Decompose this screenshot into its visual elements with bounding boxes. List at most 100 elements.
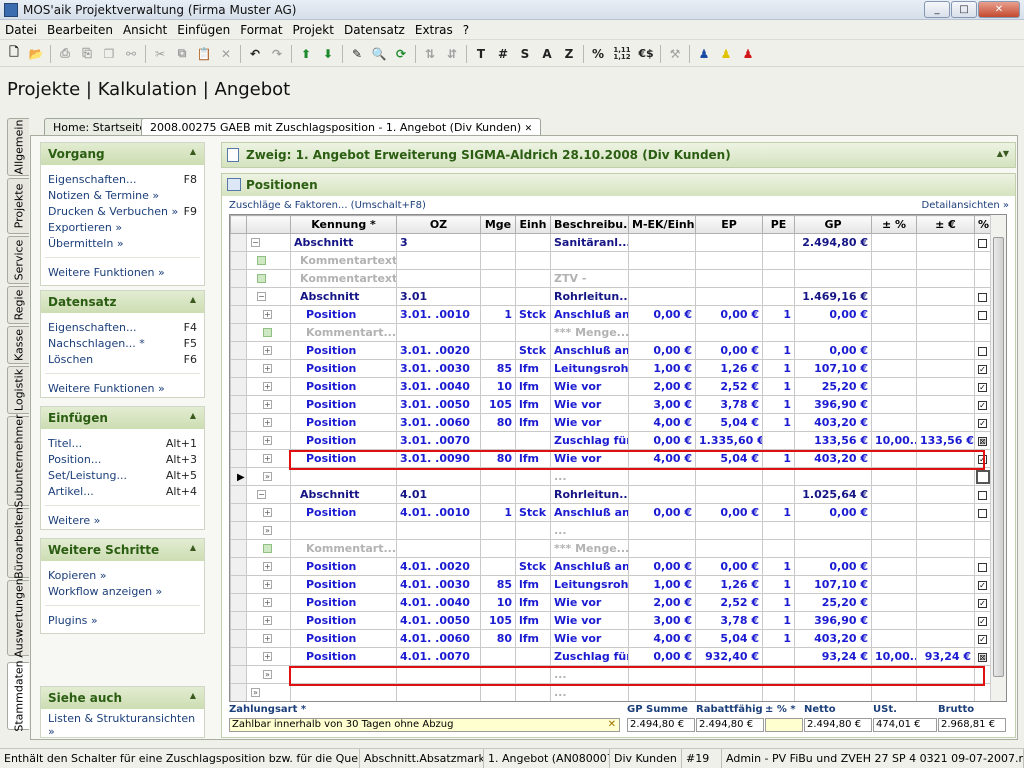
cell-pct-checkbox[interactable]	[974, 305, 991, 324]
row-indicator[interactable]	[230, 233, 247, 252]
cell-plusminus-pct[interactable]	[871, 413, 917, 432]
cell-ep[interactable]: 2,52 €	[695, 593, 763, 612]
cell-pe[interactable]	[762, 233, 795, 252]
cell-ep[interactable]: 1,26 €	[695, 575, 763, 594]
table-row[interactable]: Kommentart... *** Menge...	[230, 539, 991, 558]
cell-pe[interactable]: 1	[762, 593, 795, 612]
cell-pe[interactable]: 1	[762, 449, 795, 468]
cell-mek[interactable]: 1,00 €	[628, 575, 696, 594]
table-row[interactable]: + Position 4.01. .0030 85 lfm Leitungsrohr 1,0…	[230, 575, 991, 594]
cell-kennung[interactable]: Position	[290, 431, 397, 450]
checkbox-empty-icon[interactable]	[978, 346, 987, 356]
cell-gp[interactable]: 25,20 €	[794, 377, 872, 396]
action-uebermitteln[interactable]: Übermitteln »	[41, 235, 204, 251]
checkbox-checked-icon[interactable]: ✓	[978, 382, 987, 392]
checkbox-empty-icon[interactable]	[978, 292, 987, 302]
row-indicator[interactable]	[230, 521, 247, 540]
table-row[interactable]: + Position 3.01. .0040 10 lfm Wie vor 2,00 €2,…	[230, 377, 991, 396]
action-titel[interactable]: Titel... Alt+1	[41, 435, 204, 451]
table-row[interactable]: − Abschnitt 3.01 Rohrleitun... 1.469,16 €	[230, 287, 991, 306]
expand-icon[interactable]: +	[263, 634, 272, 643]
cell-oz[interactable]: 4.01	[396, 485, 481, 504]
cell-kennung[interactable]: Position	[290, 449, 397, 468]
cell-mek[interactable]	[628, 665, 696, 684]
cell-plusminus-eur[interactable]	[916, 251, 975, 270]
table-row[interactable]: + Position 4.01. .0040 10 lfm Wie vor 2,00 €2,…	[230, 593, 991, 612]
cell-plusminus-pct[interactable]	[871, 539, 917, 558]
chevron-up-icon[interactable]: ▲	[190, 411, 196, 420]
cell-mek[interactable]: 0,00 €	[628, 305, 696, 324]
cell-gp[interactable]: 107,10 €	[794, 575, 872, 594]
col-header-plusminus-pct[interactable]: ± %	[871, 215, 917, 234]
refresh-icon[interactable]: ⟳	[390, 43, 412, 65]
cell-kennung[interactable]: Position	[290, 557, 397, 576]
table-row[interactable]: + Position 3.01. .0010 1 Stck Anschluß an 0,00…	[230, 305, 991, 324]
expand-icon[interactable]: +	[263, 436, 272, 445]
row-indicator[interactable]	[230, 323, 247, 342]
cell-oz[interactable]: 3.01. .0050	[396, 395, 481, 414]
cell-plusminus-pct[interactable]	[871, 593, 917, 612]
checkbox-checked-icon[interactable]: ✓	[978, 364, 987, 374]
cell-kennung[interactable]: Position	[290, 647, 397, 666]
find-icon[interactable]: 🔍	[368, 43, 390, 65]
cell-mge[interactable]	[480, 683, 516, 701]
chevron-up-icon[interactable]: ▲	[190, 691, 196, 700]
table-row[interactable]: + Position 4.01. .0050 105 lfm Wie vor 3,00 €3…	[230, 611, 991, 630]
cell-mek[interactable]	[628, 521, 696, 540]
expand-icon[interactable]: +	[263, 562, 272, 571]
cell-einh[interactable]: lfm	[515, 413, 551, 432]
cell-einh[interactable]	[515, 665, 551, 684]
cell-plusminus-eur[interactable]	[916, 503, 975, 522]
col-header-pct[interactable]: %	[974, 215, 991, 234]
cell-gp[interactable]: 396,90 €	[794, 611, 872, 630]
cell-kennung[interactable]	[290, 665, 397, 684]
cell-kennung[interactable]: Position	[290, 575, 397, 594]
expand-icon[interactable]: +	[263, 346, 272, 355]
tab-close-icon[interactable]: ✕	[525, 124, 533, 134]
cell-ep[interactable]	[695, 467, 763, 486]
cell-ep[interactable]: 5,04 €	[695, 449, 763, 468]
zahlungsart-field[interactable]: Zahlbar innerhalb von 30 Tagen ohne Abzu…	[229, 718, 620, 732]
cell-einh[interactable]	[515, 287, 551, 306]
checkbox-checked-icon[interactable]: ✓	[978, 400, 987, 410]
cell-oz[interactable]: 4.01. .0010	[396, 503, 481, 522]
checkbox-surcharge-icon[interactable]: ⊠	[978, 652, 987, 662]
checkbox-checked-icon[interactable]: ✓	[978, 454, 987, 464]
cell-pct-checkbox[interactable]: ✓	[974, 395, 991, 414]
cell-plusminus-pct[interactable]	[871, 359, 917, 378]
cell-beschreibung[interactable]: Wie vor	[550, 449, 629, 468]
cell-beschreibung[interactable]: Wie vor	[550, 611, 629, 630]
cell-mge[interactable]: 80	[480, 449, 516, 468]
cell-mge[interactable]	[480, 485, 516, 504]
user-blue-icon[interactable]: ♟	[693, 43, 715, 65]
cell-gp[interactable]: 133,56 €	[794, 431, 872, 450]
format-t-button[interactable]: T	[470, 43, 492, 65]
positions-grid[interactable]: Kennung * OZ Mge Einh Beschreibu... M-EK/Einh…	[229, 214, 1007, 702]
cell-oz[interactable]: 4.01. .0050	[396, 611, 481, 630]
cell-gp[interactable]	[794, 665, 872, 684]
cell-mek[interactable]: 2,00 €	[628, 593, 696, 612]
cell-plusminus-eur[interactable]	[916, 557, 975, 576]
cell-mge[interactable]	[480, 287, 516, 306]
action-artikel[interactable]: Artikel... Alt+4	[41, 483, 204, 499]
cell-pct-checkbox[interactable]: ⊠	[974, 431, 991, 450]
expand-icon[interactable]: +	[263, 400, 272, 409]
col-header-mek[interactable]: M-EK/Einh	[628, 215, 696, 234]
cell-kennung[interactable]: Kommentartext	[290, 269, 397, 288]
cell-pct-checkbox[interactable]: ✓	[974, 611, 991, 630]
col-header-tree[interactable]	[246, 215, 291, 234]
cell-pe[interactable]	[762, 683, 795, 701]
cell-plusminus-pct[interactable]	[871, 269, 917, 288]
cell-pct-checkbox[interactable]	[974, 467, 991, 486]
vtab-subunternehmer[interactable]: Subunternehmer	[7, 414, 29, 508]
action-weitere-funktionen[interactable]: Weitere Funktionen »	[41, 264, 204, 280]
print-icon[interactable]: ⎙	[54, 43, 76, 65]
menu-projekt[interactable]: Projekt	[288, 23, 339, 37]
cell-kennung[interactable]: Position	[290, 629, 397, 648]
cell-mek[interactable]	[628, 233, 696, 252]
cell-pct-checkbox[interactable]	[974, 323, 991, 342]
cell-einh[interactable]	[515, 467, 551, 486]
user-yellow-icon[interactable]: ♟	[715, 43, 737, 65]
cell-pe[interactable]	[762, 431, 795, 450]
collapse-icon[interactable]: −	[251, 238, 260, 247]
